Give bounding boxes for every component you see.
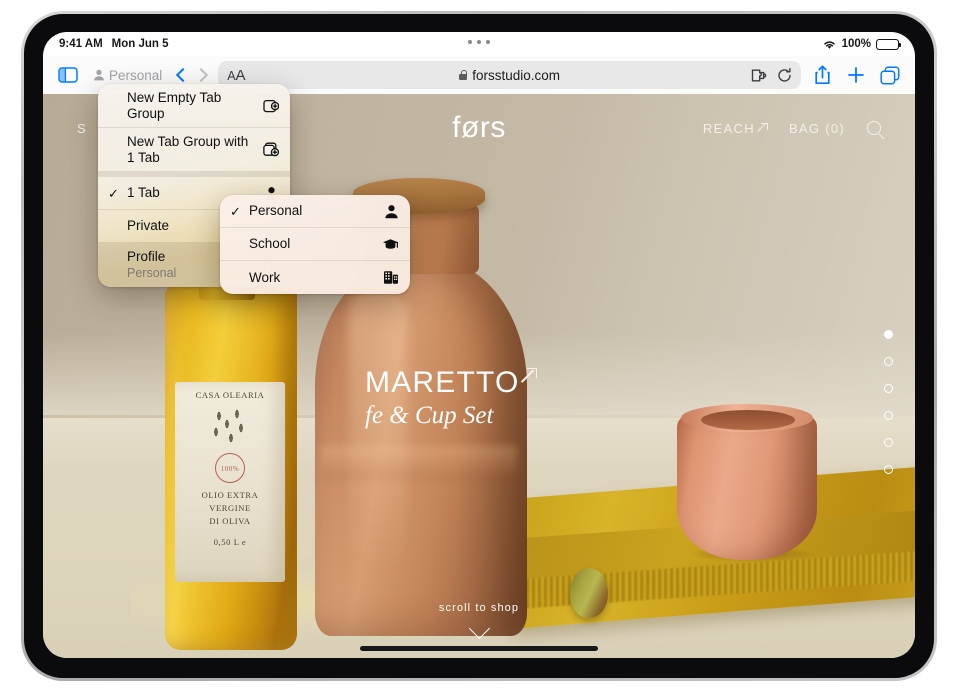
checkmark-icon: ✓ <box>230 205 243 218</box>
scroll-to-shop-hint[interactable]: scroll to shop <box>439 602 519 636</box>
bottle-line-3: DI OLIVA <box>175 515 285 528</box>
submenu-item-label: School <box>249 236 375 252</box>
submenu-item-label: Work <box>249 270 375 286</box>
building-icon <box>381 270 399 285</box>
new-tab-group-with-tab-icon <box>261 142 279 158</box>
menu-item-label: New Tab Group with 1 Tab <box>127 134 255 165</box>
site-logo[interactable]: førs <box>452 111 506 145</box>
checkmark-icon: ✓ <box>108 187 121 200</box>
search-icon[interactable] <box>867 121 881 135</box>
pagination-dot[interactable] <box>884 438 893 447</box>
tab-overview-icon[interactable] <box>877 62 903 88</box>
bottle-line-1: OLIO EXTRA <box>175 489 285 502</box>
product-title-block: MARETTO fe & Cup Set <box>365 366 536 430</box>
site-nav-shop-link[interactable]: S <box>77 121 87 136</box>
pagination-dot[interactable] <box>884 330 893 339</box>
product-subtitle: fe & Cup Set <box>365 402 536 430</box>
sidebar-toggle-icon[interactable] <box>55 62 81 88</box>
address-bar[interactable]: AA forsstudio.com <box>218 61 801 89</box>
pagination-dot[interactable] <box>884 357 893 366</box>
multitasking-dots-icon[interactable] <box>468 40 490 44</box>
menu-item-new-empty-tab-group[interactable]: New Empty Tab Group <box>98 84 290 128</box>
pagination-dot[interactable] <box>884 384 893 393</box>
chevron-left-icon[interactable] <box>176 68 190 82</box>
new-tab-group-icon <box>261 98 279 114</box>
chevron-right-icon <box>194 68 208 82</box>
bottle-volume: 0,50 L e <box>175 536 285 549</box>
pagination-dot[interactable] <box>884 465 893 474</box>
submenu-item-personal[interactable]: ✓ Personal <box>220 195 410 228</box>
submenu-item-label: Personal <box>249 203 375 219</box>
submenu-item-work[interactable]: Work <box>220 261 410 294</box>
arrow-up-right-icon <box>758 124 767 133</box>
olive-sprig-illustration <box>207 408 253 450</box>
person-icon <box>93 69 105 81</box>
profile-menu-label: Profile <box>127 249 165 264</box>
url-text: forsstudio.com <box>472 68 560 83</box>
status-time: 9:41 AM <box>59 38 103 50</box>
product-name-link[interactable]: MARETTO <box>365 366 536 400</box>
device-screen: 9:41 AM Mon Jun 5 100% <box>43 32 915 658</box>
chevron-down-icon <box>468 618 489 639</box>
bottle-line-2: VERGINE <box>175 502 285 515</box>
reload-icon[interactable] <box>777 68 792 83</box>
ipad-device-frame: 9:41 AM Mon Jun 5 100% <box>21 11 937 681</box>
ceramic-cup <box>677 412 817 560</box>
bottle-label: CASA OLEARIA 100% OLIO EXTRA VERGINE DI … <box>175 382 285 582</box>
bottle-stamp: 100% <box>215 453 245 483</box>
home-indicator[interactable] <box>360 646 598 651</box>
graduation-cap-icon <box>381 237 399 252</box>
bottle-brand: CASA OLEARIA <box>175 389 285 402</box>
share-icon[interactable] <box>809 62 835 88</box>
battery-full-icon <box>876 39 899 50</box>
profile-name-label: Personal <box>109 68 162 83</box>
battery-percent-label: 100% <box>842 38 871 50</box>
plus-icon[interactable] <box>843 62 869 88</box>
person-icon <box>381 204 399 219</box>
olive <box>570 568 608 618</box>
site-nav-reach-link[interactable]: REACH <box>703 121 767 136</box>
puzzle-piece-icon[interactable] <box>751 68 768 83</box>
status-date: Mon Jun 5 <box>112 38 169 50</box>
submenu-item-school[interactable]: School <box>220 228 410 261</box>
pagination-dot[interactable] <box>884 411 893 420</box>
menu-item-label: New Empty Tab Group <box>127 90 255 121</box>
product-name-label: MARETTO <box>365 366 520 400</box>
reach-label: REACH <box>703 121 755 136</box>
lock-icon <box>459 70 467 80</box>
wifi-icon <box>822 39 837 50</box>
device-bezel: 9:41 AM Mon Jun 5 100% <box>24 14 934 678</box>
profile-indicator[interactable]: Personal <box>89 68 166 83</box>
scroll-hint-label: scroll to shop <box>439 602 519 614</box>
text-size-button[interactable]: AA <box>227 67 245 84</box>
carousel-pagination[interactable] <box>884 330 893 474</box>
menu-item-new-tab-group-with-1-tab[interactable]: New Tab Group with 1 Tab <box>98 128 290 172</box>
arrow-up-right-icon <box>522 369 536 383</box>
profile-submenu[interactable]: ✓ Personal School <box>220 195 410 294</box>
status-bar: 9:41 AM Mon Jun 5 100% <box>43 32 915 56</box>
site-nav-bag-link[interactable]: BAG (0) <box>789 121 845 136</box>
